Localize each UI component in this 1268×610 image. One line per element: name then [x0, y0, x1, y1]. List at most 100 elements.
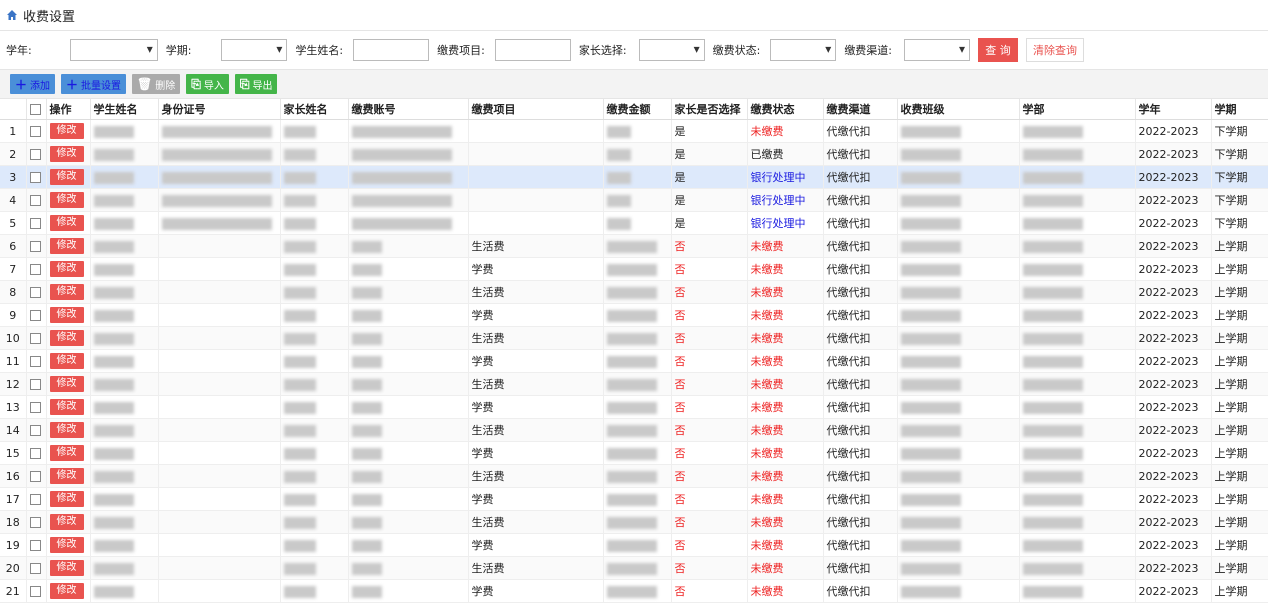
edit-button[interactable]: 修改 — [49, 445, 84, 461]
term-cell: 下学期 — [1211, 142, 1268, 166]
select-all-checkbox[interactable] — [26, 99, 47, 120]
row-checkbox[interactable] — [26, 257, 47, 281]
id-number-cell — [158, 257, 281, 281]
edit-button[interactable]: 修改 — [49, 468, 84, 484]
row-checkbox[interactable] — [26, 234, 47, 258]
id-number-cell — [158, 487, 281, 511]
term-select[interactable] — [221, 39, 288, 61]
edit-button[interactable]: 修改 — [49, 123, 84, 139]
table-row: 7 修改 学费 否未缴费 代缴代扣 2022-2023 上学期 — [0, 257, 1268, 281]
edit-button[interactable]: 修改 — [49, 169, 84, 185]
class-cell — [897, 464, 1020, 488]
redacted-value — [606, 148, 631, 161]
parent-name-cell — [280, 441, 349, 465]
parent-chosen-cell: 否 — [671, 349, 748, 373]
redacted-value — [900, 447, 961, 460]
edit-button[interactable]: 修改 — [49, 330, 84, 346]
parent-name-cell — [280, 280, 349, 304]
edit-button[interactable]: 修改 — [49, 353, 84, 369]
fee-item-cell: 学费 — [468, 579, 604, 603]
redacted-value — [606, 539, 657, 552]
row-checkbox[interactable] — [26, 119, 47, 143]
row-checkbox[interactable] — [26, 372, 47, 396]
redacted-value — [606, 378, 657, 391]
row-checkbox[interactable] — [26, 142, 47, 166]
account-cell — [348, 349, 469, 373]
edit-button[interactable]: 修改 — [49, 583, 84, 599]
row-checkbox[interactable] — [26, 395, 47, 419]
fee-item-input[interactable] — [494, 39, 571, 61]
status-select[interactable] — [770, 39, 837, 61]
redacted-value — [93, 516, 134, 529]
redacted-value — [93, 424, 134, 437]
channel-cell: 代缴代扣 — [823, 234, 898, 258]
class-cell — [897, 326, 1020, 350]
edit-button[interactable]: 修改 — [49, 146, 84, 162]
channel-select[interactable] — [904, 39, 971, 61]
row-checkbox[interactable] — [26, 280, 47, 304]
row-checkbox[interactable] — [26, 349, 47, 373]
edit-button[interactable]: 修改 — [49, 537, 84, 553]
row-checkbox[interactable] — [26, 303, 47, 327]
row-checkbox[interactable] — [26, 188, 47, 212]
fee-item-cell — [468, 188, 604, 212]
export-button[interactable]: ⎘ 导出 — [234, 74, 278, 94]
redacted-value — [283, 470, 316, 483]
edit-button[interactable]: 修改 — [49, 399, 84, 415]
delete-label: 删除 — [155, 80, 176, 92]
row-checkbox[interactable] — [26, 556, 47, 580]
edit-button[interactable]: 修改 — [49, 238, 84, 254]
redacted-value — [1022, 309, 1083, 322]
edit-button[interactable]: 修改 — [49, 284, 84, 300]
edit-button[interactable]: 修改 — [49, 491, 84, 507]
parent-chosen-cell: 否 — [671, 372, 748, 396]
row-checkbox[interactable] — [26, 510, 47, 534]
department-cell — [1019, 142, 1136, 166]
year-select[interactable] — [69, 39, 158, 61]
row-checkbox[interactable] — [26, 165, 47, 189]
redacted-value — [900, 539, 961, 552]
row-checkbox[interactable] — [26, 326, 47, 350]
batch-set-button[interactable]: ＋批量设置 — [61, 74, 127, 94]
delete-button[interactable]: 🗑 删除 — [132, 74, 181, 94]
edit-button[interactable]: 修改 — [49, 215, 84, 231]
edit-button[interactable]: 修改 — [49, 261, 84, 277]
row-checkbox[interactable] — [26, 487, 47, 511]
student-name-cell — [90, 487, 159, 511]
redacted-value — [93, 585, 134, 598]
year-cell: 2022-2023 — [1135, 188, 1212, 212]
row-checkbox[interactable] — [26, 464, 47, 488]
row-checkbox[interactable] — [26, 533, 47, 557]
add-button[interactable]: ＋添加 — [10, 74, 56, 94]
department-cell — [1019, 257, 1136, 281]
row-checkbox[interactable] — [26, 211, 47, 235]
clear-query-button[interactable]: 清除查询 — [1026, 38, 1085, 62]
edit-button[interactable]: 修改 — [49, 514, 84, 530]
student-name-label: 学生姓名: — [295, 44, 344, 57]
channel-cell: 代缴代扣 — [823, 418, 898, 442]
edit-button[interactable]: 修改 — [49, 422, 84, 438]
query-button[interactable]: 查 询 — [978, 38, 1019, 62]
parent-chosen-cell: 否 — [671, 418, 748, 442]
edit-button[interactable]: 修改 — [49, 192, 84, 208]
row-number: 14 — [0, 418, 27, 442]
edit-button[interactable]: 修改 — [49, 560, 84, 576]
fee-item-cell: 生活费 — [468, 418, 604, 442]
redacted-value — [606, 263, 657, 276]
edit-button[interactable]: 修改 — [49, 307, 84, 323]
row-checkbox[interactable] — [26, 441, 47, 465]
department-cell — [1019, 188, 1136, 212]
row-checkbox[interactable] — [26, 418, 47, 442]
edit-button[interactable]: 修改 — [49, 376, 84, 392]
row-number: 12 — [0, 372, 27, 396]
student-name-input[interactable] — [353, 39, 430, 61]
parent-name-cell — [280, 372, 349, 396]
redacted-value — [1022, 194, 1083, 207]
import-button[interactable]: ⎘ 导入 — [186, 74, 229, 94]
year-cell: 2022-2023 — [1135, 257, 1212, 281]
filter-bar: 学年: 学期: 学生姓名: 缴费项目: 家长选择: 缴费状态: 缴费渠道: 查 … — [0, 31, 1268, 69]
account-cell — [348, 418, 469, 442]
parent-select[interactable] — [638, 39, 705, 61]
row-checkbox[interactable] — [26, 579, 47, 603]
status-label: 缴费状态: — [712, 44, 761, 57]
